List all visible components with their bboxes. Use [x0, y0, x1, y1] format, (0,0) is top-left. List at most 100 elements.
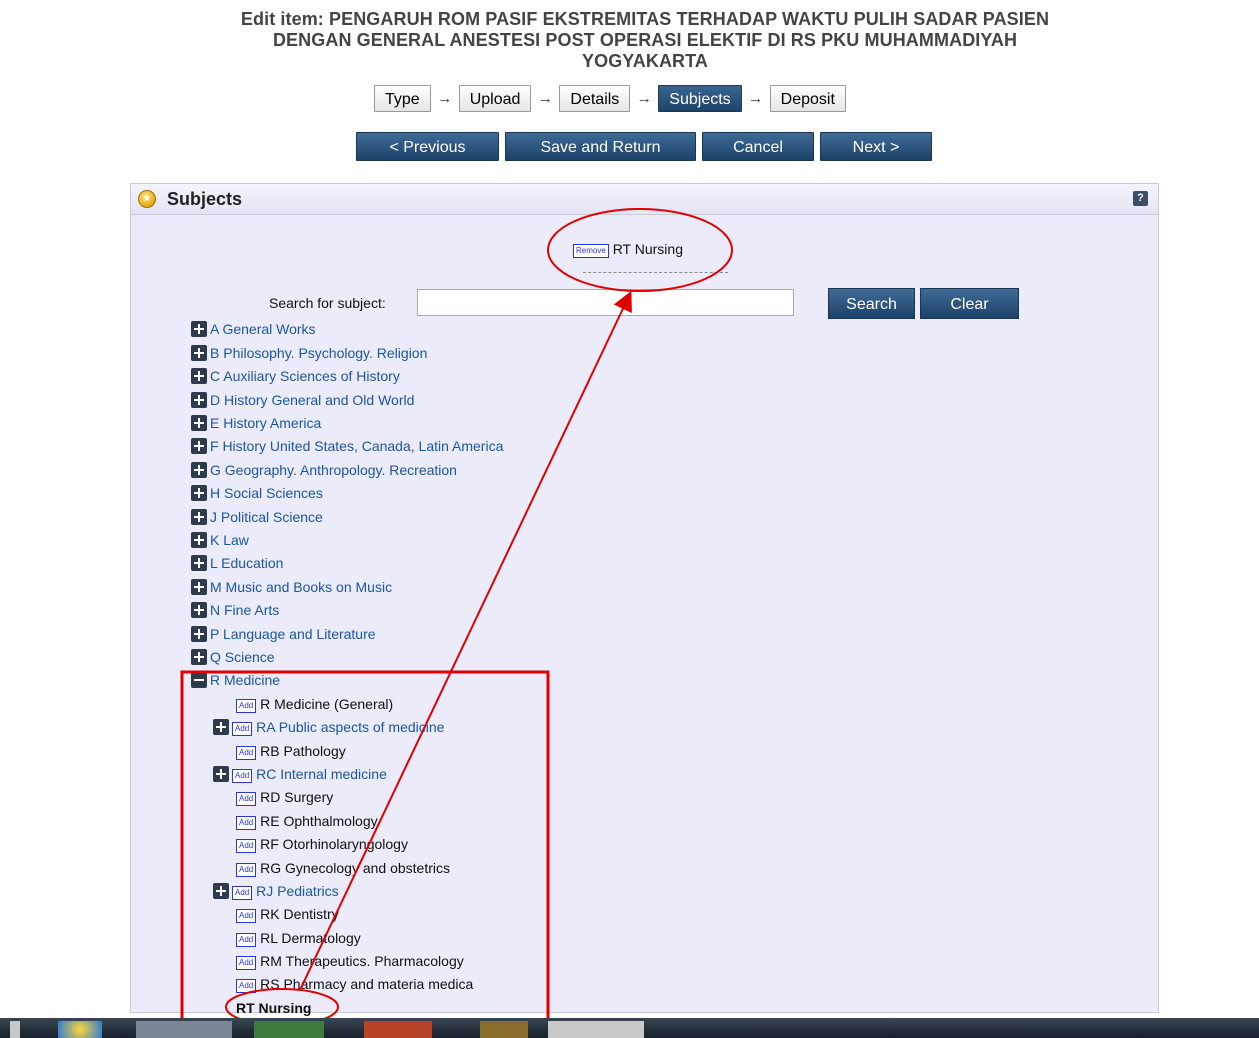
- title-line-2: DENGAN GENERAL ANESTESI POST OPERASI ELE…: [272, 30, 1018, 50]
- tree-item-label[interactable]: L Education: [210, 555, 283, 571]
- add-button[interactable]: Add: [232, 722, 253, 736]
- taskbar-app-browser-icon[interactable]: [548, 1021, 644, 1038]
- start-icon[interactable]: [58, 1021, 102, 1038]
- subtree-item-label: RM Therapeutics. Pharmacology: [260, 953, 464, 969]
- tree-item-q[interactable]: Q Science: [191, 647, 275, 667]
- subtree-item-rf: Add RF Otorhinolaryngology: [236, 834, 408, 854]
- add-button[interactable]: Add: [236, 956, 257, 970]
- add-button[interactable]: Add: [236, 933, 257, 947]
- taskbar-app-excel-icon[interactable]: [254, 1021, 324, 1038]
- expand-plus-icon[interactable]: [191, 485, 207, 501]
- tree-item-r[interactable]: R Medicine: [191, 670, 280, 690]
- add-button[interactable]: Add: [236, 792, 257, 806]
- expand-plus-icon[interactable]: [213, 883, 229, 899]
- subtree-item-rj[interactable]: Add RJ Pediatrics: [213, 881, 339, 901]
- tree-item-h[interactable]: H Social Sciences: [191, 483, 323, 503]
- tree-item-j[interactable]: J Political Science: [191, 507, 323, 527]
- expand-plus-icon[interactable]: [191, 626, 207, 642]
- panel-header: ★ Subjects ?: [131, 184, 1158, 215]
- tree-item-label[interactable]: F History United States, Canada, Latin A…: [210, 438, 503, 454]
- tree-item-l[interactable]: L Education: [191, 553, 283, 573]
- tree-item-d[interactable]: D History General and Old World: [191, 390, 414, 410]
- cancel-button[interactable]: Cancel: [702, 132, 814, 161]
- help-icon[interactable]: ?: [1133, 191, 1148, 206]
- tree-item-label[interactable]: J Political Science: [210, 509, 323, 525]
- search-button[interactable]: Search: [828, 288, 915, 319]
- add-button[interactable]: Add: [236, 746, 257, 760]
- tree-item-label[interactable]: G Geography. Anthropology. Recreation: [210, 462, 457, 478]
- tree-item-m[interactable]: M Music and Books on Music: [191, 577, 392, 597]
- tree-item-label[interactable]: R Medicine: [210, 672, 280, 688]
- tree-item-k[interactable]: K Law: [191, 530, 249, 550]
- add-button[interactable]: Add: [236, 863, 257, 877]
- taskbar-handle[interactable]: [10, 1021, 20, 1038]
- tree-item-n[interactable]: N Fine Arts: [191, 600, 279, 620]
- expand-plus-icon[interactable]: [191, 462, 207, 478]
- expand-plus-icon[interactable]: [191, 321, 207, 337]
- taskbar-app-icon[interactable]: [480, 1021, 528, 1038]
- expand-plus-icon[interactable]: [191, 368, 207, 384]
- subtree-item-label[interactable]: RJ Pediatrics: [256, 883, 338, 899]
- tree-item-g[interactable]: G Geography. Anthropology. Recreation: [191, 460, 457, 480]
- add-button[interactable]: Add: [236, 816, 257, 830]
- expand-plus-icon[interactable]: [191, 392, 207, 408]
- previous-button[interactable]: < Previous: [356, 132, 499, 161]
- expand-plus-icon[interactable]: [213, 766, 229, 782]
- tree-item-b[interactable]: B Philosophy. Psychology. Religion: [191, 343, 427, 363]
- tree-item-e[interactable]: E History America: [191, 413, 321, 433]
- tree-item-label[interactable]: B Philosophy. Psychology. Religion: [210, 345, 427, 361]
- taskbar-app-word-icon[interactable]: [136, 1021, 232, 1038]
- tree-item-label[interactable]: A General Works: [210, 321, 316, 337]
- step-details[interactable]: Details: [559, 85, 631, 112]
- add-button[interactable]: Add: [236, 979, 257, 993]
- add-button[interactable]: Add: [236, 839, 257, 853]
- expand-plus-icon[interactable]: [191, 415, 207, 431]
- tree-item-a[interactable]: A General Works: [191, 319, 316, 339]
- subjects-panel: ★ Subjects ? Remove RT Nursing Search fo…: [130, 183, 1159, 1016]
- taskbar-app-powerpoint-icon[interactable]: [364, 1021, 432, 1038]
- add-button[interactable]: Add: [236, 909, 257, 923]
- expand-plus-icon[interactable]: [191, 649, 207, 665]
- tree-item-label[interactable]: H Social Sciences: [210, 485, 323, 501]
- tree-item-label[interactable]: N Fine Arts: [210, 602, 279, 618]
- expand-plus-icon[interactable]: [191, 438, 207, 454]
- workflow-steps: Type → Upload → Details → Subjects → Dep…: [374, 85, 846, 112]
- step-deposit[interactable]: Deposit: [769, 85, 846, 112]
- tree-item-label[interactable]: D History General and Old World: [210, 392, 414, 408]
- tree-item-label[interactable]: K Law: [210, 532, 249, 548]
- subtree-item-rm: Add RM Therapeutics. Pharmacology: [236, 951, 464, 971]
- expand-plus-icon[interactable]: [191, 509, 207, 525]
- tree-item-label[interactable]: P Language and Literature: [210, 626, 376, 642]
- tree-item-p[interactable]: P Language and Literature: [191, 624, 376, 644]
- search-input[interactable]: [417, 289, 794, 316]
- clear-button[interactable]: Clear: [920, 288, 1019, 319]
- tree-item-f[interactable]: F History United States, Canada, Latin A…: [191, 436, 503, 456]
- tree-item-label[interactable]: C Auxiliary Sciences of History: [210, 368, 400, 384]
- collapse-minus-icon[interactable]: [191, 672, 207, 688]
- next-button[interactable]: Next >: [820, 132, 932, 161]
- expand-plus-icon[interactable]: [191, 579, 207, 595]
- add-button[interactable]: Add: [232, 769, 253, 783]
- expand-plus-icon[interactable]: [191, 602, 207, 618]
- subtree-item-label[interactable]: RA Public aspects of medicine: [256, 719, 444, 735]
- add-button[interactable]: Add: [236, 699, 257, 713]
- tree-item-c[interactable]: C Auxiliary Sciences of History: [191, 366, 400, 386]
- save-and-return-button[interactable]: Save and Return: [505, 132, 696, 161]
- tree-item-label[interactable]: E History America: [210, 415, 321, 431]
- expand-plus-icon[interactable]: [191, 532, 207, 548]
- subtree-item-ra[interactable]: Add RA Public aspects of medicine: [213, 717, 444, 737]
- expand-plus-icon[interactable]: [213, 719, 229, 735]
- tree-item-label[interactable]: Q Science: [210, 649, 275, 665]
- step-type[interactable]: Type: [374, 85, 431, 112]
- subtree-item-label[interactable]: RC Internal medicine: [256, 766, 387, 782]
- step-upload[interactable]: Upload: [458, 85, 532, 112]
- subtree-item-re: Add RE Ophthalmology: [236, 811, 378, 831]
- expand-plus-icon[interactable]: [191, 555, 207, 571]
- tree-item-label[interactable]: M Music and Books on Music: [210, 579, 392, 595]
- remove-button[interactable]: Remove: [573, 244, 609, 258]
- expand-plus-icon[interactable]: [191, 345, 207, 361]
- arrow-right-icon: →: [537, 90, 553, 107]
- step-subjects[interactable]: Subjects: [658, 85, 742, 112]
- add-button[interactable]: Add: [232, 886, 253, 900]
- subtree-item-rc[interactable]: Add RC Internal medicine: [213, 764, 387, 784]
